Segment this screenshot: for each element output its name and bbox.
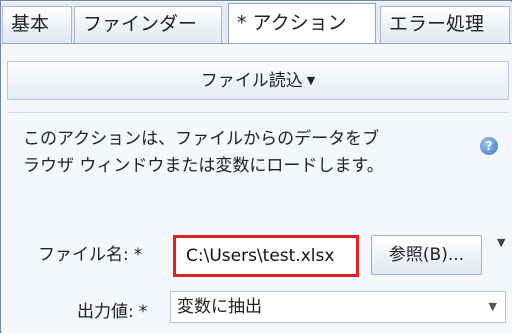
description-line: ラウザ ウィンドウまたは変数にロードします。: [23, 156, 384, 176]
tab-error-handling[interactable]: エラー処理: [380, 6, 510, 44]
file-name-field[interactable]: C:\Users\test.xlsx: [173, 235, 359, 277]
browse-button[interactable]: 参照(B)...: [371, 235, 482, 275]
tab-action[interactable]: * アクション: [228, 3, 376, 45]
tab-label: エラー処理: [389, 13, 485, 35]
chevron-down-icon: ▼: [488, 300, 497, 313]
action-description: このアクションは、ファイルからのデータをブ ラウザ ウィンドウまたは変数にロード…: [23, 126, 463, 180]
options-dropdown-icon[interactable]: ▼: [497, 236, 505, 249]
action-name: ファイル読込: [200, 71, 303, 91]
action-selector-button[interactable]: ファイル読込 ▼: [7, 61, 509, 100]
tab-finder[interactable]: ファインダー: [74, 6, 222, 44]
required-mark: *: [133, 245, 143, 265]
chevron-down-icon: ▼: [306, 74, 316, 87]
file-name-label-text: ファイル名:: [38, 245, 129, 265]
output-label-text: 出力値:: [77, 302, 134, 322]
action-properties-panel: 基本 ファインダー * アクション エラー処理 ファイル読込 ▼ このアクションは…: [0, 0, 512, 333]
output-select[interactable]: 変数に抽出 ▼: [170, 291, 506, 323]
tab-label: ファインダー: [83, 13, 198, 35]
tab-bar: 基本 ファインダー * アクション エラー処理: [2, 2, 512, 45]
description-line: このアクションは、ファイルからのデータをブ: [23, 129, 380, 149]
action-tab-content: ファイル読込 ▼ このアクションは、ファイルからのデータをブ ラウザ ウィンドウま…: [2, 44, 512, 333]
tab-label: 基本: [11, 13, 50, 35]
tab-label: * アクション: [237, 12, 347, 34]
output-label: 出力値: *: [77, 297, 147, 322]
divider: [7, 112, 509, 113]
tab-basic[interactable]: 基本: [2, 6, 72, 44]
output-select-value: 変数に抽出: [177, 297, 262, 317]
file-name-label: ファイル名: *: [38, 240, 142, 265]
help-icon[interactable]: ?: [480, 137, 498, 155]
required-mark: *: [138, 302, 148, 322]
